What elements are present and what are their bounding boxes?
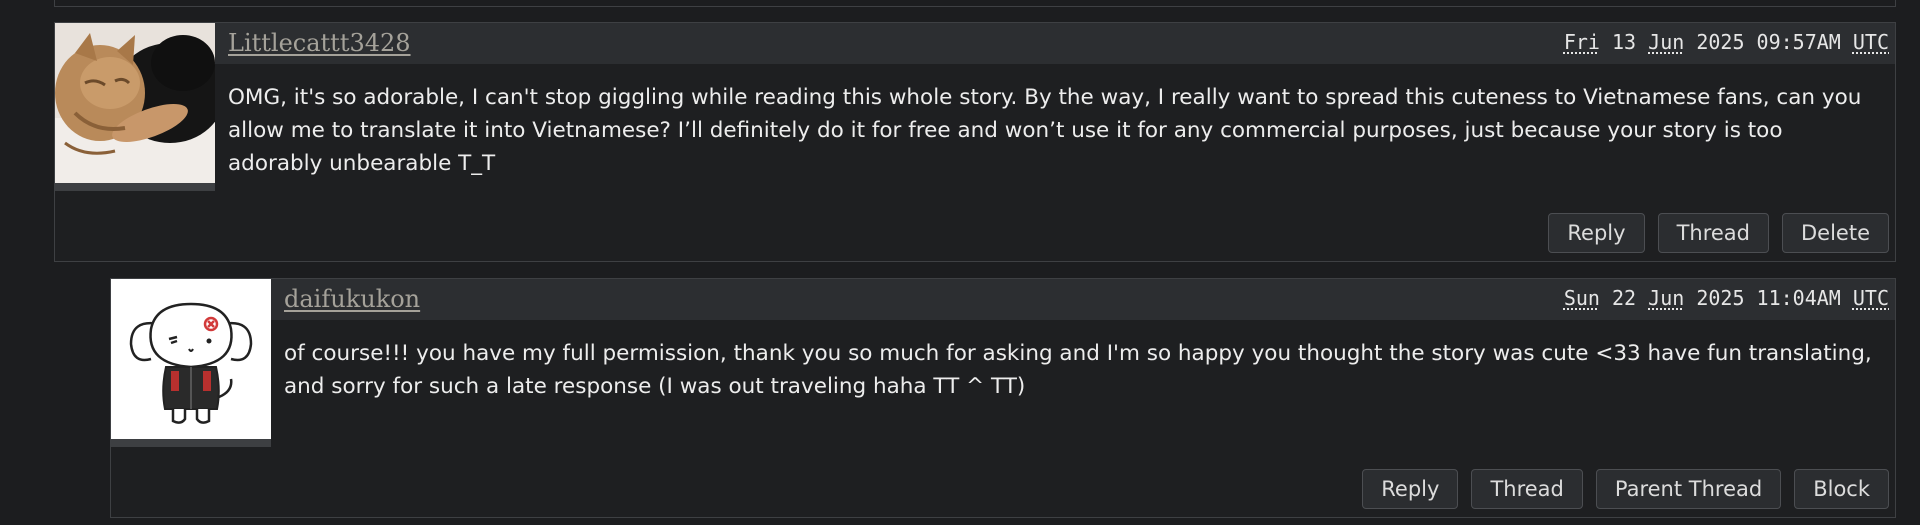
username-link[interactable]: Littlecattt3428 xyxy=(228,29,411,57)
delete-button[interactable]: Delete xyxy=(1782,213,1889,253)
weekday: Fri xyxy=(1563,30,1600,54)
parent-thread-button[interactable]: Parent Thread xyxy=(1595,469,1782,509)
cats-avatar-image xyxy=(55,23,215,183)
user-avatar[interactable] xyxy=(111,279,271,447)
comment-datetime: Sun 22 Jun 2025 11:04AM UTC xyxy=(1564,286,1889,310)
month: Jun xyxy=(1648,30,1685,54)
thread-button[interactable]: Thread xyxy=(1657,213,1769,253)
comment-byline: Littlecattt3428 Fri 13 Jun 2025 09:57AM … xyxy=(215,23,1895,64)
comment-body: of course!!! you have my full permission… xyxy=(284,341,1872,399)
comment-datetime: Fri 13 Jun 2025 09:57AM UTC xyxy=(1564,30,1889,54)
comment-actions: Reply Thread Delete xyxy=(1548,213,1889,253)
comment: Littlecattt3428 Fri 13 Jun 2025 09:57AM … xyxy=(54,22,1896,262)
previous-comment-edge xyxy=(54,0,1896,7)
year-time: 2025 11:04AM xyxy=(1696,286,1841,310)
comment-reply: daifukukon Sun 22 Jun 2025 11:04AM UTC o… xyxy=(110,278,1896,518)
day-number: 13 xyxy=(1612,30,1637,54)
comment-body: OMG, it's so adorable, I can't stop gigg… xyxy=(228,85,1862,176)
timezone: UTC xyxy=(1852,30,1889,54)
thread-button[interactable]: Thread xyxy=(1471,469,1583,509)
username-link[interactable]: daifukukon xyxy=(284,285,420,313)
comment-actions: Reply Thread Parent Thread Block xyxy=(1362,469,1889,509)
month: Jun xyxy=(1648,286,1685,310)
block-button[interactable]: Block xyxy=(1794,469,1889,509)
weekday: Sun xyxy=(1563,286,1600,310)
reply-button[interactable]: Reply xyxy=(1548,213,1645,253)
puppy-drawing-avatar-image xyxy=(111,279,271,439)
user-avatar[interactable] xyxy=(55,23,215,191)
day-number: 22 xyxy=(1612,286,1637,310)
timezone: UTC xyxy=(1852,286,1889,310)
reply-button[interactable]: Reply xyxy=(1362,469,1459,509)
comment-byline: daifukukon Sun 22 Jun 2025 11:04AM UTC xyxy=(271,279,1895,320)
year-time: 2025 09:57AM xyxy=(1696,30,1841,54)
